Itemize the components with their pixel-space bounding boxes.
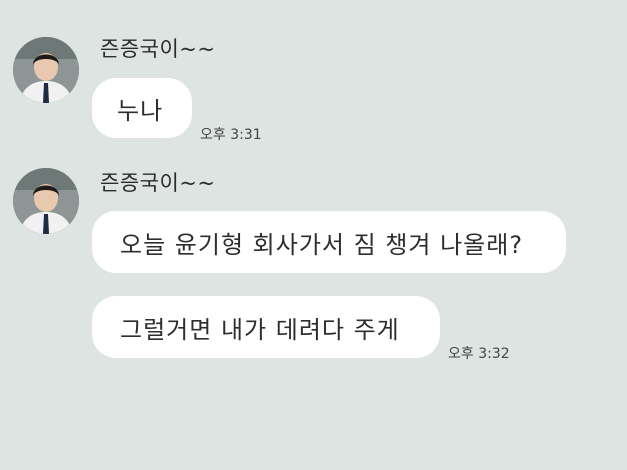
message-time: 오후 3:31 [200, 127, 262, 143]
sender-name: 즌증국이~~ [100, 171, 216, 195]
message-bubble[interactable]: 오늘 윤기형 회사가서 짐 챙겨 나올래? [92, 211, 566, 273]
profile-photo-icon [13, 37, 79, 103]
message-bubble[interactable]: 누나 [92, 78, 192, 138]
avatar[interactable] [13, 168, 79, 234]
sender-name: 즌증국이~~ [100, 37, 216, 61]
profile-photo-icon [13, 168, 79, 234]
message-time: 오후 3:32 [448, 346, 510, 362]
avatar[interactable] [13, 37, 79, 103]
message-bubble[interactable]: 그럴거면 내가 데려다 주게 [92, 296, 440, 358]
